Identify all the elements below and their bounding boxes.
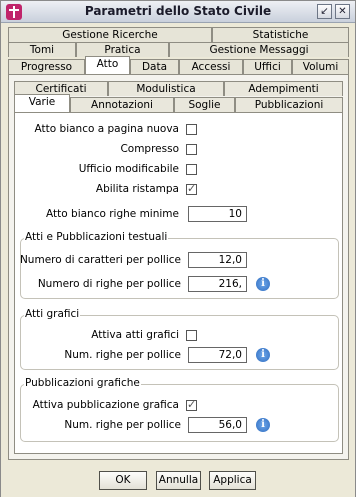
righe-minime-input[interactable]: 10 <box>188 206 247 222</box>
tab-varie[interactable]: Varie <box>14 94 70 112</box>
righe-testuali-input[interactable]: 216, <box>188 276 247 292</box>
annulla-button[interactable]: Annulla <box>156 471 201 490</box>
righe-grafici-input[interactable]: 72,0 <box>188 347 247 363</box>
tab-uffici[interactable]: Uffici <box>243 59 292 74</box>
info-icon[interactable]: i <box>256 348 270 362</box>
tab-gestione-messaggi[interactable]: Gestione Messaggi <box>169 42 349 57</box>
tab-soglie[interactable]: Soglie <box>174 97 235 112</box>
compresso-label: Compresso <box>120 143 179 155</box>
atti-testuali-title: Atti e Pubblicazioni testuali <box>24 231 169 243</box>
pubblicazioni-grafiche-title: Pubblicazioni grafiche <box>24 377 141 389</box>
title-bar: Parametri dello Stato Civile ↙ ✕ <box>1 1 355 23</box>
pubblicazioni-grafiche-group <box>20 384 339 442</box>
righe-testuali-label: Numero di righe per pollice <box>37 278 181 290</box>
tab-volumi[interactable]: Volumi <box>292 59 349 74</box>
atti-grafici-title: Atti grafici <box>24 308 81 320</box>
ufficio-label: Ufficio modificabile <box>78 163 179 175</box>
tab-data[interactable]: Data <box>130 59 179 74</box>
info-icon[interactable]: i <box>256 418 270 432</box>
atti-grafici-group <box>20 315 339 370</box>
ristampa-checkbox[interactable] <box>186 182 197 195</box>
ufficio-checkbox[interactable] <box>186 164 197 175</box>
attiva-pubblicazione-label: Attiva pubblicazione grafica <box>32 399 179 411</box>
tab-atto[interactable]: Atto <box>85 56 130 74</box>
dialog-window: Parametri dello Stato Civile ↙ ✕ Gestion… <box>0 0 356 497</box>
close-icon[interactable]: ✕ <box>335 4 350 19</box>
tab-modulistica[interactable]: Modulistica <box>108 81 224 96</box>
window-title: Parametri dello Stato Civile <box>84 4 272 18</box>
caratteri-input[interactable]: 12,0 <box>188 252 247 268</box>
tab-gestione-ricerche[interactable]: Gestione Ricerche <box>8 27 212 42</box>
applica-button[interactable]: Applica <box>209 471 256 490</box>
tab-tomi[interactable]: Tomi <box>8 42 76 57</box>
ristampa-label: Abilita ristampa <box>95 183 179 195</box>
righe-minime-label: Atto bianco righe minime <box>46 208 179 220</box>
ok-button[interactable]: OK <box>99 471 147 490</box>
tab-accessi[interactable]: Accessi <box>179 59 243 74</box>
atto-bianco-label: Atto bianco a pagina nuova <box>34 123 179 135</box>
attiva-pubblicazione-checkbox[interactable] <box>186 398 197 411</box>
atto-bianco-checkbox[interactable] <box>186 124 197 135</box>
righe-grafici-label: Num. righe per pollice <box>64 349 181 361</box>
tab-progresso[interactable]: Progresso <box>8 59 85 74</box>
tab-pubblicazioni[interactable]: Pubblicazioni <box>235 97 343 112</box>
tab-pratica[interactable]: Pratica <box>76 42 169 57</box>
info-icon[interactable]: i <box>256 277 270 291</box>
tab-annotazioni[interactable]: Annotazioni <box>70 97 174 112</box>
attiva-atti-grafici-checkbox[interactable] <box>186 330 197 341</box>
minimize-icon[interactable]: ↙ <box>317 4 332 19</box>
righe-pubblicazioni-label: Num. righe per pollice <box>64 419 181 431</box>
compresso-checkbox[interactable] <box>186 144 197 155</box>
tab-statistiche[interactable]: Statistiche <box>212 27 349 42</box>
righe-pubblicazioni-input[interactable]: 56,0 <box>188 417 247 433</box>
tab-adempimenti[interactable]: Adempimenti <box>224 81 343 96</box>
attiva-atti-grafici-label: Attiva atti grafici <box>91 329 179 341</box>
caratteri-label: Numero di caratteri per pollice <box>19 254 181 266</box>
